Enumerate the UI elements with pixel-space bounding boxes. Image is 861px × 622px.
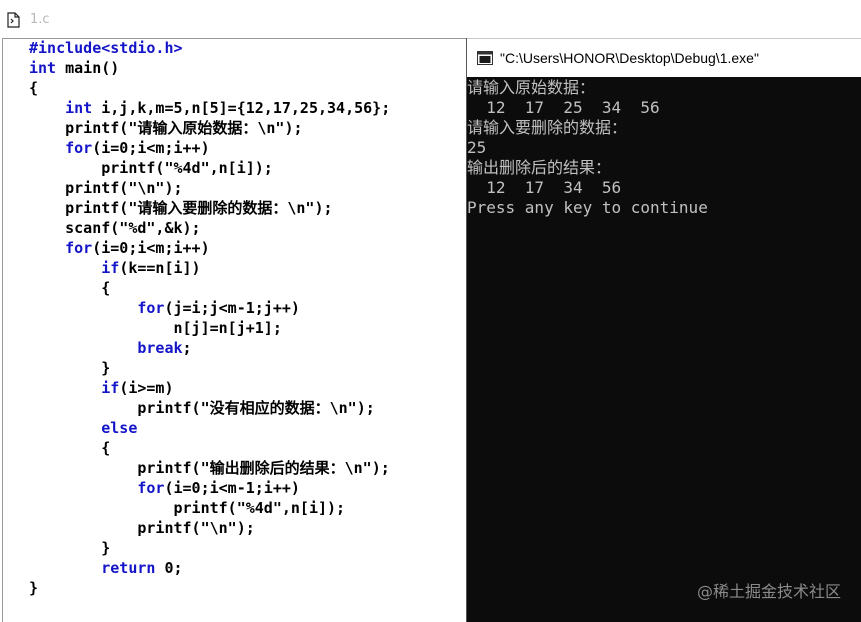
code-keyword: if bbox=[101, 259, 120, 277]
code-keyword: #include<stdio.h> bbox=[29, 39, 183, 57]
code-line: { bbox=[29, 78, 469, 98]
code-text: { bbox=[29, 79, 39, 97]
console-output: 请输入原始数据： 12 17 25 34 56 请输入要删除的数据： 25 输出删除后… bbox=[467, 78, 857, 218]
code-line: return 0; bbox=[29, 558, 469, 578]
console-line: 请输入要删除的数据： bbox=[467, 118, 628, 137]
source-code[interactable]: #include<stdio.h> int main(){ int i,j,k,m… bbox=[29, 38, 469, 598]
code-text: printf("%4d",n[i]); bbox=[29, 159, 273, 177]
code-line: } bbox=[29, 578, 469, 598]
code-keyword: if bbox=[101, 379, 120, 397]
code-line: break; bbox=[29, 338, 469, 358]
code-line: for(i=0;i<m;i++) bbox=[29, 238, 469, 258]
code-line: else bbox=[29, 418, 469, 438]
code-text: printf("\n"); bbox=[29, 519, 255, 537]
code-line: printf("\n"); bbox=[29, 178, 469, 198]
code-text: (i=0;i<m;i++) bbox=[92, 239, 210, 257]
console-line: 输出删除后的结果： bbox=[467, 158, 612, 177]
code-line: for(j=i;j<m-1;j++) bbox=[29, 298, 469, 318]
code-text: printf("\n"); bbox=[29, 179, 183, 197]
code-text: (i=0;i<m;i++) bbox=[92, 139, 210, 157]
code-keyword: for bbox=[137, 479, 165, 497]
code-text: i,j,k,m=5,n[5]={12,17,25,34,56}; bbox=[92, 99, 391, 117]
code-line: printf("输出删除后的结果：\n"); bbox=[29, 458, 469, 478]
code-text: printf("没有相应的数据：\n"); bbox=[29, 399, 375, 417]
code-text: 0; bbox=[155, 559, 183, 577]
code-text: printf("请输入原始数据：\n"); bbox=[29, 119, 303, 137]
code-keyword: int bbox=[65, 99, 93, 117]
code-text: { bbox=[29, 279, 111, 297]
code-keyword: return bbox=[101, 559, 156, 577]
code-text: printf("%4d",n[i]); bbox=[29, 499, 346, 517]
editor-tab-title[interactable]: 1.c bbox=[30, 12, 50, 27]
code-text: } bbox=[29, 539, 111, 557]
console-line: 请输入原始数据： bbox=[467, 78, 596, 97]
code-line: if(k==n[i]) bbox=[29, 258, 469, 278]
code-keyword: for bbox=[65, 239, 93, 257]
console-line: 12 17 25 34 56 bbox=[467, 98, 660, 117]
code-keyword: for bbox=[137, 299, 165, 317]
code-line: printf("%4d",n[i]); bbox=[29, 498, 469, 518]
code-text: (k==n[i]) bbox=[119, 259, 201, 277]
document-icon bbox=[7, 12, 20, 28]
console-title: "C:\Users\HONOR\Desktop\Debug\1.exe" bbox=[500, 50, 759, 66]
code-keyword: for bbox=[65, 139, 93, 157]
code-line: } bbox=[29, 538, 469, 558]
code-line: int main() bbox=[29, 58, 469, 78]
code-text: printf("请输入要删除的数据：\n"); bbox=[29, 199, 333, 217]
code-text: ; bbox=[182, 339, 192, 357]
code-line: for(i=0;i<m;i++) bbox=[29, 138, 469, 158]
code-line: { bbox=[29, 438, 469, 458]
code-text: main() bbox=[56, 59, 120, 77]
code-line: n[j]=n[j+1]; bbox=[29, 318, 469, 338]
screen: 1.c #include<stdio.h> int main(){ int i,j… bbox=[0, 0, 861, 622]
code-keyword: int bbox=[29, 59, 57, 77]
code-line: printf("\n"); bbox=[29, 518, 469, 538]
code-line: #include<stdio.h> bbox=[29, 38, 469, 58]
editor-titlebar: 1.c bbox=[0, 0, 861, 38]
code-text: (i>=m) bbox=[119, 379, 174, 397]
code-line: } bbox=[29, 358, 469, 378]
code-line: printf("请输入原始数据：\n"); bbox=[29, 118, 469, 138]
code-line: printf("%4d",n[i]); bbox=[29, 158, 469, 178]
code-line: printf("请输入要删除的数据：\n"); bbox=[29, 198, 469, 218]
code-line: for(i=0;i<m-1;i++) bbox=[29, 478, 469, 498]
code-line: int i,j,k,m=5,n[5]={12,17,25,34,56}; bbox=[29, 98, 469, 118]
console-line: Press any key to continue bbox=[467, 198, 708, 217]
code-text: scanf("%d",&k); bbox=[29, 219, 201, 237]
console-titlebar[interactable]: "C:\Users\HONOR\Desktop\Debug\1.exe" bbox=[467, 38, 861, 77]
watermark-text: @稀土掘金技术社区 bbox=[696, 582, 841, 601]
console-line: 12 17 34 56 bbox=[467, 178, 622, 197]
code-line: if(i>=m) bbox=[29, 378, 469, 398]
code-line: printf("没有相应的数据：\n"); bbox=[29, 398, 469, 418]
console-window-icon bbox=[477, 51, 493, 65]
code-text: (j=i;j<m-1;j++) bbox=[164, 299, 300, 317]
code-text: n[j]=n[j+1]; bbox=[29, 319, 282, 337]
code-line: scanf("%d",&k); bbox=[29, 218, 469, 238]
code-line: { bbox=[29, 278, 469, 298]
code-text: (i=0;i<m-1;i++) bbox=[164, 479, 300, 497]
code-keyword: else bbox=[101, 419, 138, 437]
code-text: printf("输出删除后的结果：\n"); bbox=[29, 459, 390, 477]
code-text: { bbox=[29, 439, 111, 457]
code-text: } bbox=[29, 579, 39, 597]
code-keyword: break bbox=[137, 339, 183, 357]
console-line: 25 bbox=[467, 138, 487, 157]
code-text: } bbox=[29, 359, 111, 377]
console-window[interactable]: "C:\Users\HONOR\Desktop\Debug\1.exe" 请输入… bbox=[466, 38, 861, 622]
